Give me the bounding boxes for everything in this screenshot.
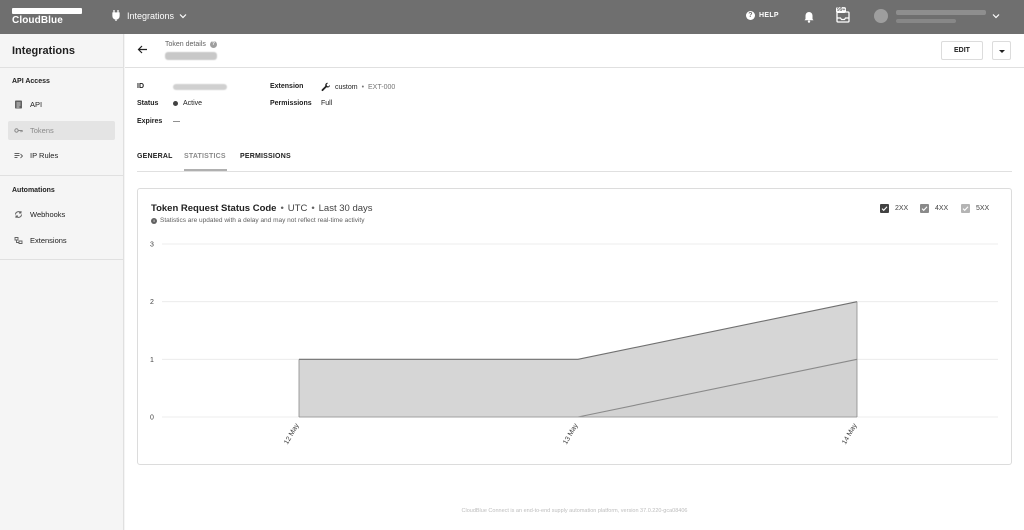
divider	[125, 67, 1024, 68]
module-switcher[interactable]: Integrations	[112, 10, 187, 21]
brand-name: CloudBlue	[12, 15, 63, 26]
webhook-icon	[15, 211, 22, 218]
divider	[0, 175, 124, 176]
user-menu[interactable]	[874, 9, 1000, 23]
tab-statistics[interactable]: STATISTICS	[184, 153, 226, 160]
id-label: ID	[137, 83, 144, 90]
expires-value: —	[173, 118, 180, 125]
status-code-chart: 0 1 2 3 12 May 13 May 14 May	[150, 242, 998, 446]
extension-label: Extension	[270, 83, 304, 90]
plug-icon	[112, 10, 120, 21]
permissions-label: Permissions	[270, 100, 312, 107]
sidebar-item-api[interactable]: API	[8, 95, 115, 114]
sidebar-item-label: Tokens	[30, 126, 54, 135]
extensions-icon	[14, 237, 23, 244]
status-text: Active	[183, 100, 203, 107]
sidebar-item-extensions[interactable]: Extensions	[8, 231, 115, 250]
id-value-redacted	[173, 84, 227, 90]
api-icon	[15, 100, 22, 109]
section-api-access: API Access	[12, 78, 50, 85]
inbox-button[interactable]: 99+	[836, 7, 850, 23]
module-name: Integrations	[127, 10, 175, 21]
inbox-badge: 99+	[836, 7, 847, 13]
wrench-icon	[321, 82, 331, 92]
y-tick-label: 3	[150, 242, 154, 249]
back-arrow-icon[interactable]	[137, 44, 148, 55]
status-dot	[173, 101, 178, 106]
active-tab-indicator	[184, 169, 227, 171]
expires-label: Expires	[137, 118, 163, 125]
y-tick-label: 1	[150, 357, 154, 364]
statistics-card: Token Request Status Code • UTC • Last 3…	[137, 188, 1012, 465]
user-info-redacted	[896, 9, 986, 23]
sidebar-item-label: Extensions	[30, 236, 67, 245]
sidebar-item-label: API	[30, 100, 43, 109]
extension-name: custom	[335, 83, 358, 91]
edit-button[interactable]: EDIT	[941, 41, 983, 60]
sidebar: Integrations API Access API Tokens IP Ru…	[0, 34, 124, 530]
extension-id: EXT-000	[368, 83, 396, 91]
permissions-value: Full	[321, 100, 333, 107]
divider	[0, 259, 124, 260]
token-details-text: Token details	[165, 41, 206, 48]
token-details-label: Token details ?	[165, 41, 217, 48]
x-tick-label: 14 May	[841, 422, 859, 446]
avatar	[874, 9, 888, 23]
chevron-down-icon	[179, 13, 187, 18]
sidebar-item-label: IP Rules	[30, 151, 59, 160]
sidebar-item-webhooks[interactable]: Webhooks	[8, 205, 115, 224]
sidebar-item-tokens[interactable]: Tokens	[8, 121, 115, 140]
status-label: Status	[137, 100, 159, 107]
token-name-redacted	[165, 52, 217, 60]
dropdown-arrow-icon	[999, 50, 1005, 53]
y-tick-label: 2	[150, 299, 154, 306]
divider	[0, 67, 124, 68]
tab-permissions[interactable]: PERMISSIONS	[240, 153, 291, 160]
ip-rules-icon	[14, 153, 23, 159]
sidebar-item-label: Webhooks	[30, 210, 66, 219]
tab-general[interactable]: GENERAL	[137, 153, 173, 160]
status-value: Active	[173, 100, 202, 107]
x-tick-label: 12 May	[283, 422, 301, 446]
sidebar-title: Integrations	[12, 45, 75, 57]
tabs-divider	[137, 171, 1012, 172]
extension-value[interactable]: custom • EXT-000	[321, 82, 395, 92]
more-actions-button[interactable]	[992, 41, 1011, 60]
help-label: HELP	[759, 12, 779, 19]
x-tick-label: 13 May	[562, 422, 580, 446]
sidebar-item-ip-rules[interactable]: IP Rules	[8, 146, 115, 165]
key-icon	[14, 128, 23, 133]
separator: •	[361, 83, 365, 91]
help-icon: ?	[746, 11, 755, 20]
bell-icon[interactable]	[803, 11, 815, 23]
y-tick-label: 0	[150, 415, 154, 422]
section-automations: Automations	[12, 187, 55, 194]
info-icon[interactable]: ?	[209, 41, 217, 48]
cloudblue-logo[interactable]: CloudBlue	[12, 8, 84, 28]
chevron-down-icon	[992, 14, 1000, 19]
footer-text: CloudBlue Connect is an end-to-end suppl…	[461, 508, 688, 514]
help-button[interactable]: ? HELP	[746, 11, 779, 20]
top-bar: CloudBlue Integrations ? HELP 99+	[0, 0, 1024, 34]
main-content: Token details ? EDIT ID Status Active Ex…	[125, 34, 1024, 530]
